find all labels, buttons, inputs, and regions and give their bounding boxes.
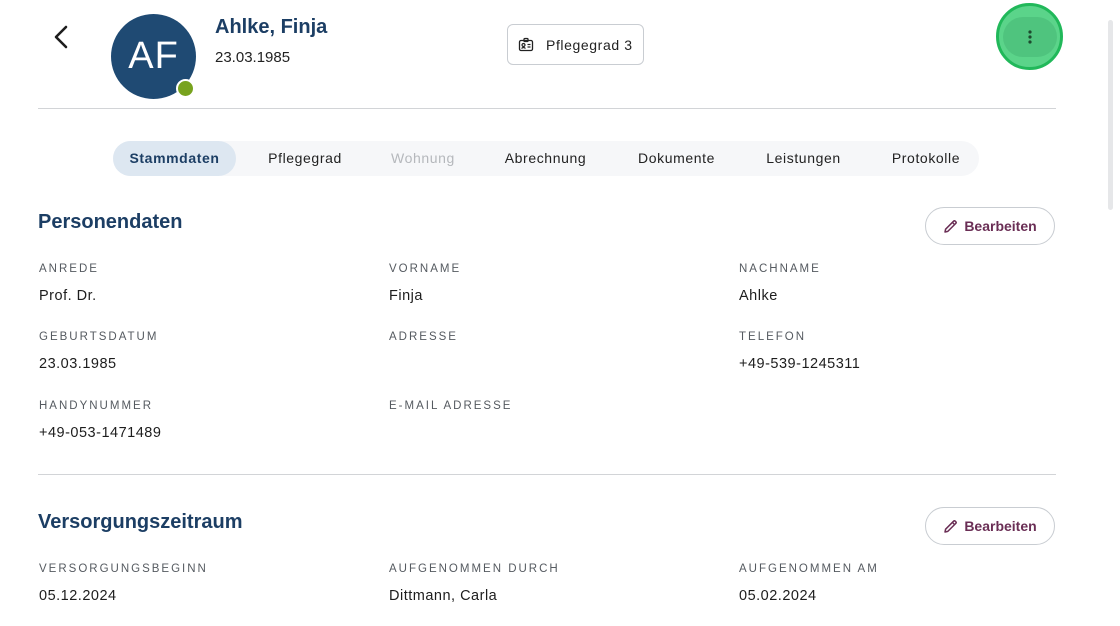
tab-protokolle[interactable]: Protokolle — [873, 141, 979, 176]
more-vertical-icon — [1027, 29, 1032, 44]
more-options-button[interactable] — [996, 3, 1063, 70]
field-label-email: E-MAIL ADRESSE — [389, 400, 513, 412]
field-value-telefon: +49-539-1245311 — [739, 356, 861, 372]
patient-name: Ahlke, Finja — [215, 16, 328, 38]
field-label-nachname: NACHNAME — [739, 263, 821, 275]
online-status-indicator — [176, 79, 195, 98]
section-title-personendaten: Personendaten — [38, 211, 183, 233]
care-level-label: Pflegegrad 3 — [546, 36, 633, 53]
header-divider — [38, 108, 1056, 109]
field-value-anrede: Prof. Dr. — [39, 288, 97, 304]
field-label-adresse: ADRESSE — [389, 331, 458, 343]
pencil-icon — [944, 519, 958, 533]
field-value-handynummer: +49-053-1471489 — [39, 425, 162, 441]
tab-leistungen[interactable]: Leistungen — [734, 141, 873, 176]
field-value-aufgenommen-durch: Dittmann, Carla — [389, 588, 498, 604]
edit-care-period-button[interactable]: Bearbeiten — [925, 507, 1055, 545]
field-label-telefon: TELEFON — [739, 331, 807, 343]
more-options-button-inner — [1002, 16, 1057, 57]
edit-personal-label: Bearbeiten — [964, 218, 1037, 234]
field-label-aufgenommen-am: AUFGENOMMEN AM — [739, 563, 879, 575]
field-label-aufgenommen-durch: AUFGENOMMEN DURCH — [389, 563, 560, 575]
field-label-anrede: ANREDE — [39, 263, 99, 275]
field-label-geburtsdatum: GEBURTSDATUM — [39, 331, 159, 343]
id-badge-icon — [518, 37, 534, 51]
field-value-geburtsdatum: 23.03.1985 — [39, 356, 117, 372]
care-level-button[interactable]: Pflegegrad 3 — [507, 24, 644, 65]
tab-bar: Stammdaten Pflegegrad Wohnung Abrechnung… — [113, 141, 979, 176]
field-value-aufgenommen-am: 05.02.2024 — [739, 588, 817, 604]
tab-wohnung: Wohnung — [391, 150, 455, 166]
edit-personal-button[interactable]: Bearbeiten — [925, 207, 1055, 245]
section-divider — [38, 474, 1056, 475]
field-value-nachname: Ahlke — [739, 288, 778, 304]
field-value-vorname: Finja — [389, 288, 423, 304]
pencil-icon — [944, 219, 958, 233]
tab-stammdaten[interactable]: Stammdaten — [113, 141, 236, 176]
patient-birthdate: 23.03.1985 — [215, 49, 291, 66]
tab-dokumente[interactable]: Dokumente — [619, 141, 734, 176]
field-label-versorgungsbeginn: VERSORGUNGSBEGINN — [39, 563, 208, 575]
edit-care-period-label: Bearbeiten — [964, 518, 1037, 534]
chevron-left-icon — [54, 25, 68, 49]
section-title-versorgungszeitraum: Versorgungszeitraum — [38, 511, 243, 533]
avatar-initials: AF — [128, 35, 179, 77]
back-button[interactable] — [48, 22, 76, 52]
field-label-vorname: VORNAME — [389, 263, 462, 275]
tab-abrechnung[interactable]: Abrechnung — [472, 141, 619, 176]
field-label-handynummer: HANDYNUMMER — [39, 400, 153, 412]
tab-pflegegrad[interactable]: Pflegegrad — [236, 141, 374, 176]
field-value-versorgungsbeginn: 05.12.2024 — [39, 588, 117, 604]
scrollbar[interactable] — [1108, 20, 1113, 210]
